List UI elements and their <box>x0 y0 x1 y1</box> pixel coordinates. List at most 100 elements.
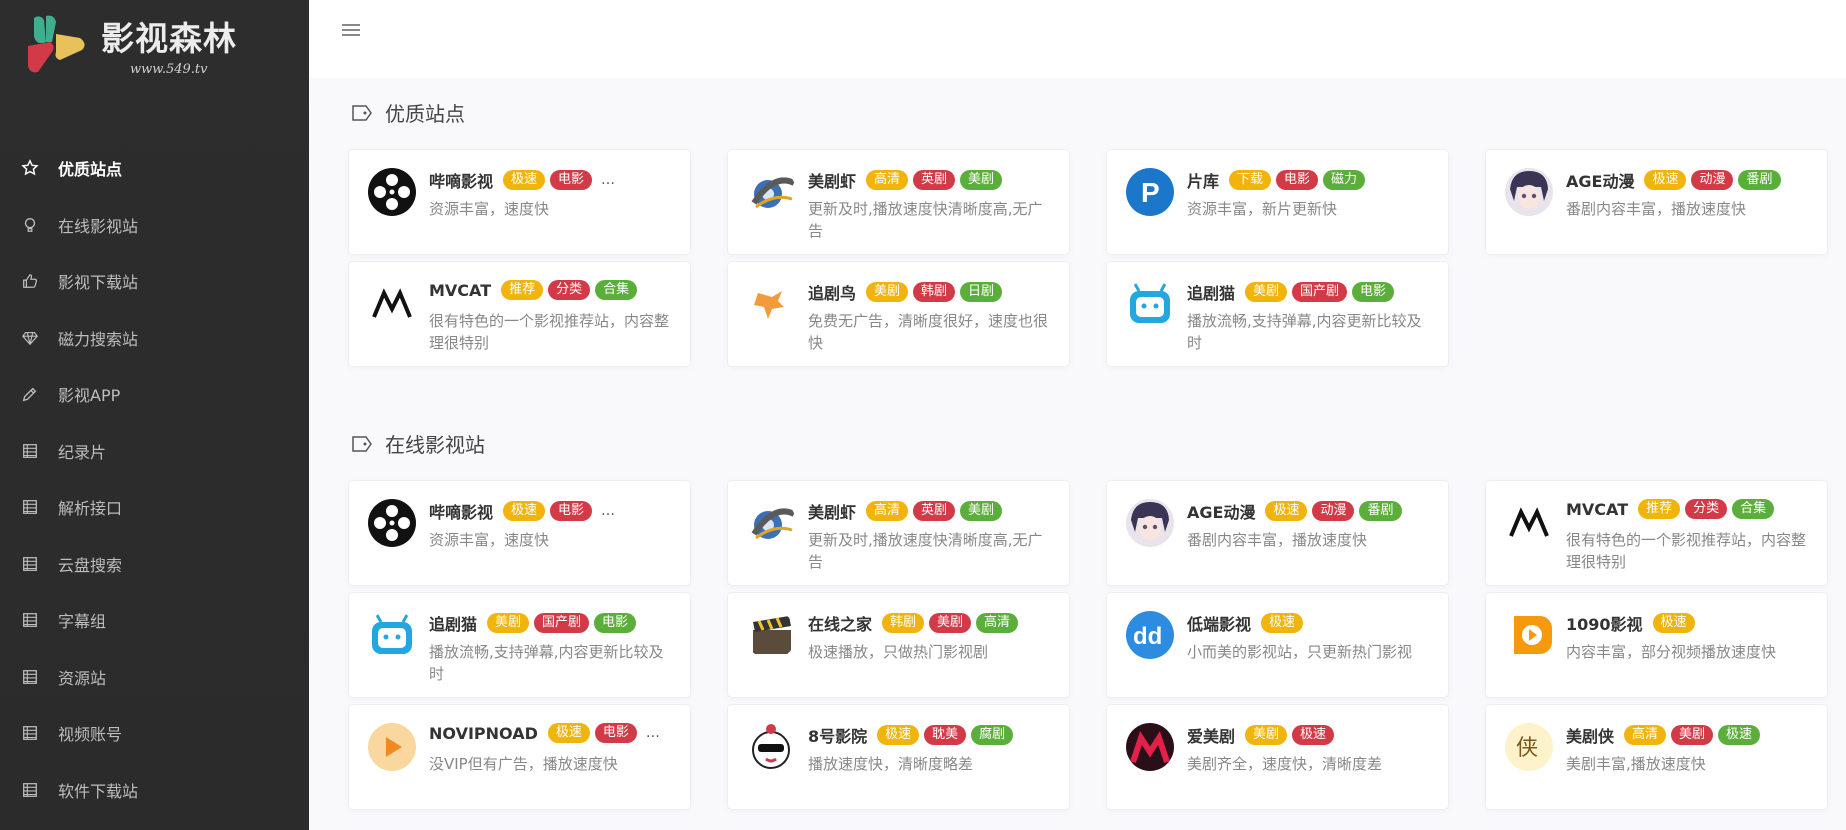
xia-icon: 侠 <box>1504 722 1554 772</box>
site-name: 哔嘀影视 <box>429 172 494 191</box>
site-card[interactable]: 在线之家 韩剧 美剧 高清 极速播放，只做热门影视剧 <box>728 593 1069 697</box>
sidebar-item-1[interactable]: 在线影视站 <box>0 197 309 254</box>
site-card[interactable]: MVCAT 推荐 分类 合集 很有特色的一个影视推荐站，内容整理很特别 <box>1486 481 1827 585</box>
site-card[interactable]: MVCAT 推荐 分类 合集 很有特色的一个影视推荐站，内容整理很特别 <box>349 262 690 366</box>
section-title-label: 优质站点 <box>385 102 465 126</box>
logo-title: 影视森林 <box>101 19 237 58</box>
sidebar-item-7[interactable]: 云盘搜索 <box>0 536 309 593</box>
site-logo[interactable]: 影视森林 www.549.tv <box>26 10 246 85</box>
site-card[interactable]: NOVIPNOAD 极速 电影 … 没VIP但有广告，播放速度快 <box>349 705 690 809</box>
site-card[interactable]: dd 低端影视 极速 小而美的影视站，只更新热门影视 <box>1107 593 1448 697</box>
sidebar-item-label: 影视下载站 <box>58 273 139 293</box>
grid-icon <box>20 667 40 687</box>
site-card[interactable]: 追剧猫 美剧 国产剧 电影 播放流畅,支持弹幕,内容更新比较及时 <box>1107 262 1448 366</box>
sidebar-item-4[interactable]: 影视APP <box>0 366 309 423</box>
sidebar-item-label: 纪录片 <box>58 442 107 462</box>
sidebar-item-8[interactable]: 字幕组 <box>0 592 309 649</box>
site-card[interactable]: 追剧鸟 美剧 韩剧 日剧免费无广告，清晰度很好，速度也很快 <box>728 262 1069 366</box>
sidebar-item-label: 在线影视站 <box>58 216 139 236</box>
site-card[interactable]: 侠 美剧侠 高清 美剧 极速 美剧丰富,播放速度快 <box>1486 705 1827 809</box>
section-title: 在线影视站 <box>351 429 485 458</box>
sidebar-item-2[interactable]: 影视下载站 <box>0 253 309 310</box>
site-tag: 英剧 <box>913 501 956 521</box>
site-card[interactable]: AGE动漫 极速 动漫 番剧 番剧内容丰富，播放速度快 <box>1107 481 1448 585</box>
sidebar-item-10[interactable]: 视频账号 <box>0 705 309 762</box>
site-tag: 韩剧 <box>882 613 925 633</box>
sidebar-item-label: 影视APP <box>58 386 121 406</box>
thumb-up-icon <box>20 271 40 291</box>
site-name: 1090影视 <box>1566 615 1643 634</box>
site-name: AGE动漫 <box>1187 503 1256 522</box>
top-bar <box>309 0 1846 78</box>
film-roll-icon <box>746 167 796 217</box>
site-description: 播放流畅,支持弹幕,内容更新比较及时 <box>1187 312 1422 352</box>
site-card[interactable]: AGE动漫 极速 动漫 番剧番剧内容丰富，播放速度快 <box>1486 150 1827 254</box>
play-orange-icon <box>1504 610 1554 660</box>
tv-bot-icon <box>1125 279 1175 329</box>
grid-icon <box>20 441 40 461</box>
card-title-row: AGE动漫 极速 动漫 番剧 <box>1566 168 1817 192</box>
sidebar-item-9[interactable]: 资源站 <box>0 649 309 706</box>
site-card[interactable]: 哔嘀影视 极速 电影 … 资源丰富，速度快 <box>349 150 690 254</box>
site-description: 播放速度快，清晰度略差 <box>808 755 974 773</box>
site-description: 美剧丰富,播放速度快 <box>1566 755 1706 773</box>
site-tag: 极速 <box>1644 170 1687 190</box>
card-title-row: AGE动漫 极速 动漫 番剧 <box>1187 499 1438 523</box>
site-card[interactable]: 美剧虾 高清 英剧 美剧 更新及时,播放速度快清晰度高,无广告 <box>728 150 1069 254</box>
menu-toggle-button[interactable] <box>341 20 363 42</box>
site-card[interactable]: 美剧虾 高清 英剧 美剧 更新及时,播放速度快清晰度高,无广告 <box>728 481 1069 585</box>
site-tag: 美剧 <box>1671 725 1714 745</box>
site-tag: 番剧 <box>1359 501 1402 521</box>
card-title-row: 美剧虾 高清 英剧 美剧 <box>808 499 1059 523</box>
site-card[interactable]: 哔嘀影视 极速 电影 … 资源丰富，速度快 <box>349 481 690 585</box>
card-title-row: 8号影院 极速 耽美 腐剧 <box>808 723 1059 747</box>
sidebar-item-11[interactable]: 软件下载站 <box>0 762 309 819</box>
site-tag: 美剧 <box>866 282 909 302</box>
cartoon-icon <box>746 722 796 772</box>
p-logo-icon: P <box>1125 167 1175 217</box>
main-content: 优质站点 哔嘀影视 极速 电影… 资源丰富，速度快 美剧虾 高清 英剧 美剧 更新及时,播放速度快… <box>309 78 1846 830</box>
site-tag: 国产剧 <box>534 613 590 633</box>
site-tag: 极速 <box>1292 725 1335 745</box>
card-title-row: 追剧鸟 美剧 韩剧 日剧 <box>808 280 1059 304</box>
site-tag: 电影 <box>594 723 637 743</box>
grid-icon <box>20 497 40 517</box>
grid-icon <box>20 723 40 743</box>
tv-bot-icon <box>367 610 417 660</box>
site-name: NOVIPNOAD <box>429 723 538 743</box>
site-card[interactable]: P 片库 下载 电影 磁力 资源丰富，新片更新快 <box>1107 150 1448 254</box>
site-name: 低端影视 <box>1187 615 1252 634</box>
site-description: 小而美的影视站，只更新热门影视 <box>1187 643 1413 661</box>
sidebar-item-label: 视频账号 <box>58 725 123 745</box>
site-tag: 动漫 <box>1691 170 1734 190</box>
site-card[interactable]: 爱美剧 美剧 极速 美剧齐全，速度快，清晰度差 <box>1107 705 1448 809</box>
m-logo-icon <box>367 279 417 329</box>
site-description: 免费无广告，清晰度很好，速度也很快 <box>808 312 1049 352</box>
svg-text:dd: dd <box>1133 623 1162 650</box>
site-tag: 极速 <box>547 723 590 743</box>
site-tag: 电影 <box>550 501 593 521</box>
sidebar-item-6[interactable]: 解析接口 <box>0 479 309 536</box>
section-title-label: 在线影视站 <box>385 433 485 457</box>
film-reel-icon <box>367 498 417 548</box>
site-description: 番剧内容丰富，播放速度快 <box>1566 200 1747 218</box>
card-title-row: 哔嘀影视 极速 电影… <box>429 168 680 192</box>
site-card[interactable]: 追剧猫 美剧 国产剧 电影 播放流畅,支持弹幕,内容更新比较及时 <box>349 593 690 697</box>
site-description: 美剧齐全，速度快，清晰度差 <box>1187 755 1383 773</box>
site-name: 追剧猫 <box>1187 284 1236 303</box>
sidebar-item-5[interactable]: 纪录片 <box>0 423 309 480</box>
site-tag: 高清 <box>1624 725 1667 745</box>
site-card[interactable]: 1090影视 极速 内容丰富，部分视频播放速度快 <box>1486 593 1827 697</box>
sidebar-item-3[interactable]: 磁力搜索站 <box>0 310 309 367</box>
site-description: 播放流畅,支持弹幕,内容更新比较及时 <box>429 643 664 683</box>
star-icon <box>20 158 40 178</box>
site-description: 很有特色的一个影视推荐站，内容整理很特别 <box>429 312 670 352</box>
sidebar-item-0[interactable]: 优质站点 <box>0 140 309 197</box>
sidebar-item-label: 字幕组 <box>58 612 107 632</box>
film-reel-icon <box>367 167 417 217</box>
site-card[interactable]: 8号影院 极速 耽美 腐剧播放速度快，清晰度略差 <box>728 705 1069 809</box>
site-tag: 电影 <box>1276 170 1319 190</box>
site-tag: 高清 <box>866 501 909 521</box>
site-tag: 英剧 <box>913 170 956 190</box>
site-name: MVCAT <box>429 280 492 300</box>
